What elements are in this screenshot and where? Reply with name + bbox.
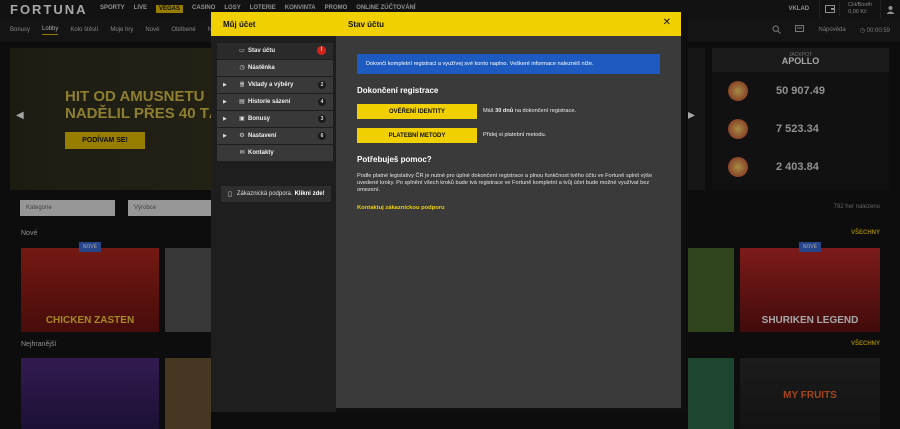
gift-icon: ▣: [239, 116, 245, 122]
account-sidebar: Můj účet ▭ Stav účtu ! ◷ Nástěnka ▶ ≣ Vk…: [211, 12, 336, 412]
help-text: Podle platné legislativy ČR je nutné pro…: [357, 173, 653, 193]
gear-icon: ⚙: [239, 133, 245, 139]
count-badge: 6: [318, 132, 326, 140]
payment-note: Přidej si platební metodu.: [483, 132, 547, 138]
clock-icon: ◷: [239, 65, 245, 71]
menu-item-settings[interactable]: ▶ ⚙ Nastavení 6: [217, 128, 333, 144]
menu-item-label: Kontakty: [248, 150, 274, 156]
days-remaining: 30 dnů: [495, 108, 514, 114]
book-icon: ▯: [228, 191, 232, 198]
sidebar-title: Můj účet: [211, 12, 336, 36]
menu-item-bet-history[interactable]: ▶ ▤ Historie sázení 4: [217, 94, 333, 110]
caret-right-icon: ▶: [223, 99, 227, 105]
panel-title: Stav účtu: [348, 19, 385, 29]
mail-icon: ✉: [239, 150, 245, 156]
info-banner: Dokonči kompletní registraci a využívej …: [357, 54, 660, 74]
caret-right-icon: ▶: [223, 133, 227, 139]
verify-note: Máš 30 dnů na dokončení registrace.: [483, 108, 576, 114]
menu-item-contacts[interactable]: ✉ Kontakty: [217, 145, 333, 161]
account-modal: Můj účet ▭ Stav účtu ! ◷ Nástěnka ▶ ≣ Vk…: [211, 12, 688, 412]
help-heading: Potřebuješ pomoc?: [357, 155, 432, 164]
menu-item-bonuses[interactable]: ▶ ▣ Bonusy 3: [217, 111, 333, 127]
menu-item-label: Stav účtu: [248, 48, 276, 54]
close-icon[interactable]: ✕: [663, 18, 671, 28]
alert-badge: !: [317, 46, 326, 55]
account-status-icon: ▭: [239, 48, 245, 54]
panel-header: Stav účtu ✕: [336, 12, 681, 36]
menu-item-dashboard[interactable]: ◷ Nástěnka: [217, 60, 333, 76]
verify-identity-button[interactable]: OVĚŘENÍ IDENTITY: [357, 104, 477, 119]
customer-support-button[interactable]: ▯ Zákaznická podpora. Klikni zde!: [221, 186, 331, 202]
history-icon: ▤: [239, 99, 245, 105]
contact-support-link[interactable]: Kontaktuj zákaznickou podporu: [357, 205, 445, 211]
count-badge: 2: [318, 81, 326, 89]
support-text: Zákaznická podpora.: [236, 191, 293, 197]
support-link[interactable]: Klikni zde!: [295, 191, 325, 197]
account-status-panel: Stav účtu ✕ Dokonči kompletní registraci…: [336, 12, 681, 408]
menu-item-label: Nástěnka: [248, 65, 275, 71]
menu-item-label: Vklady a výběry: [248, 82, 294, 88]
count-badge: 4: [318, 98, 326, 106]
menu-item-label: Nastavení: [248, 133, 277, 139]
menu-item-label: Bonusy: [248, 116, 271, 122]
menu-item-account-status[interactable]: ▭ Stav účtu !: [217, 43, 333, 59]
caret-right-icon: ▶: [223, 116, 227, 122]
menu-item-deposits[interactable]: ▶ ≣ Vklady a výběry 2: [217, 77, 333, 93]
account-menu: ▭ Stav účtu ! ◷ Nástěnka ▶ ≣ Vklady a vý…: [211, 43, 336, 161]
money-icon: ≣: [239, 82, 245, 88]
completion-heading: Dokončení registrace: [357, 86, 439, 95]
caret-right-icon: ▶: [223, 82, 227, 88]
payment-methods-button[interactable]: PLATEBNÍ METODY: [357, 128, 477, 143]
menu-item-label: Historie sázení: [248, 99, 291, 105]
count-badge: 3: [318, 115, 326, 123]
